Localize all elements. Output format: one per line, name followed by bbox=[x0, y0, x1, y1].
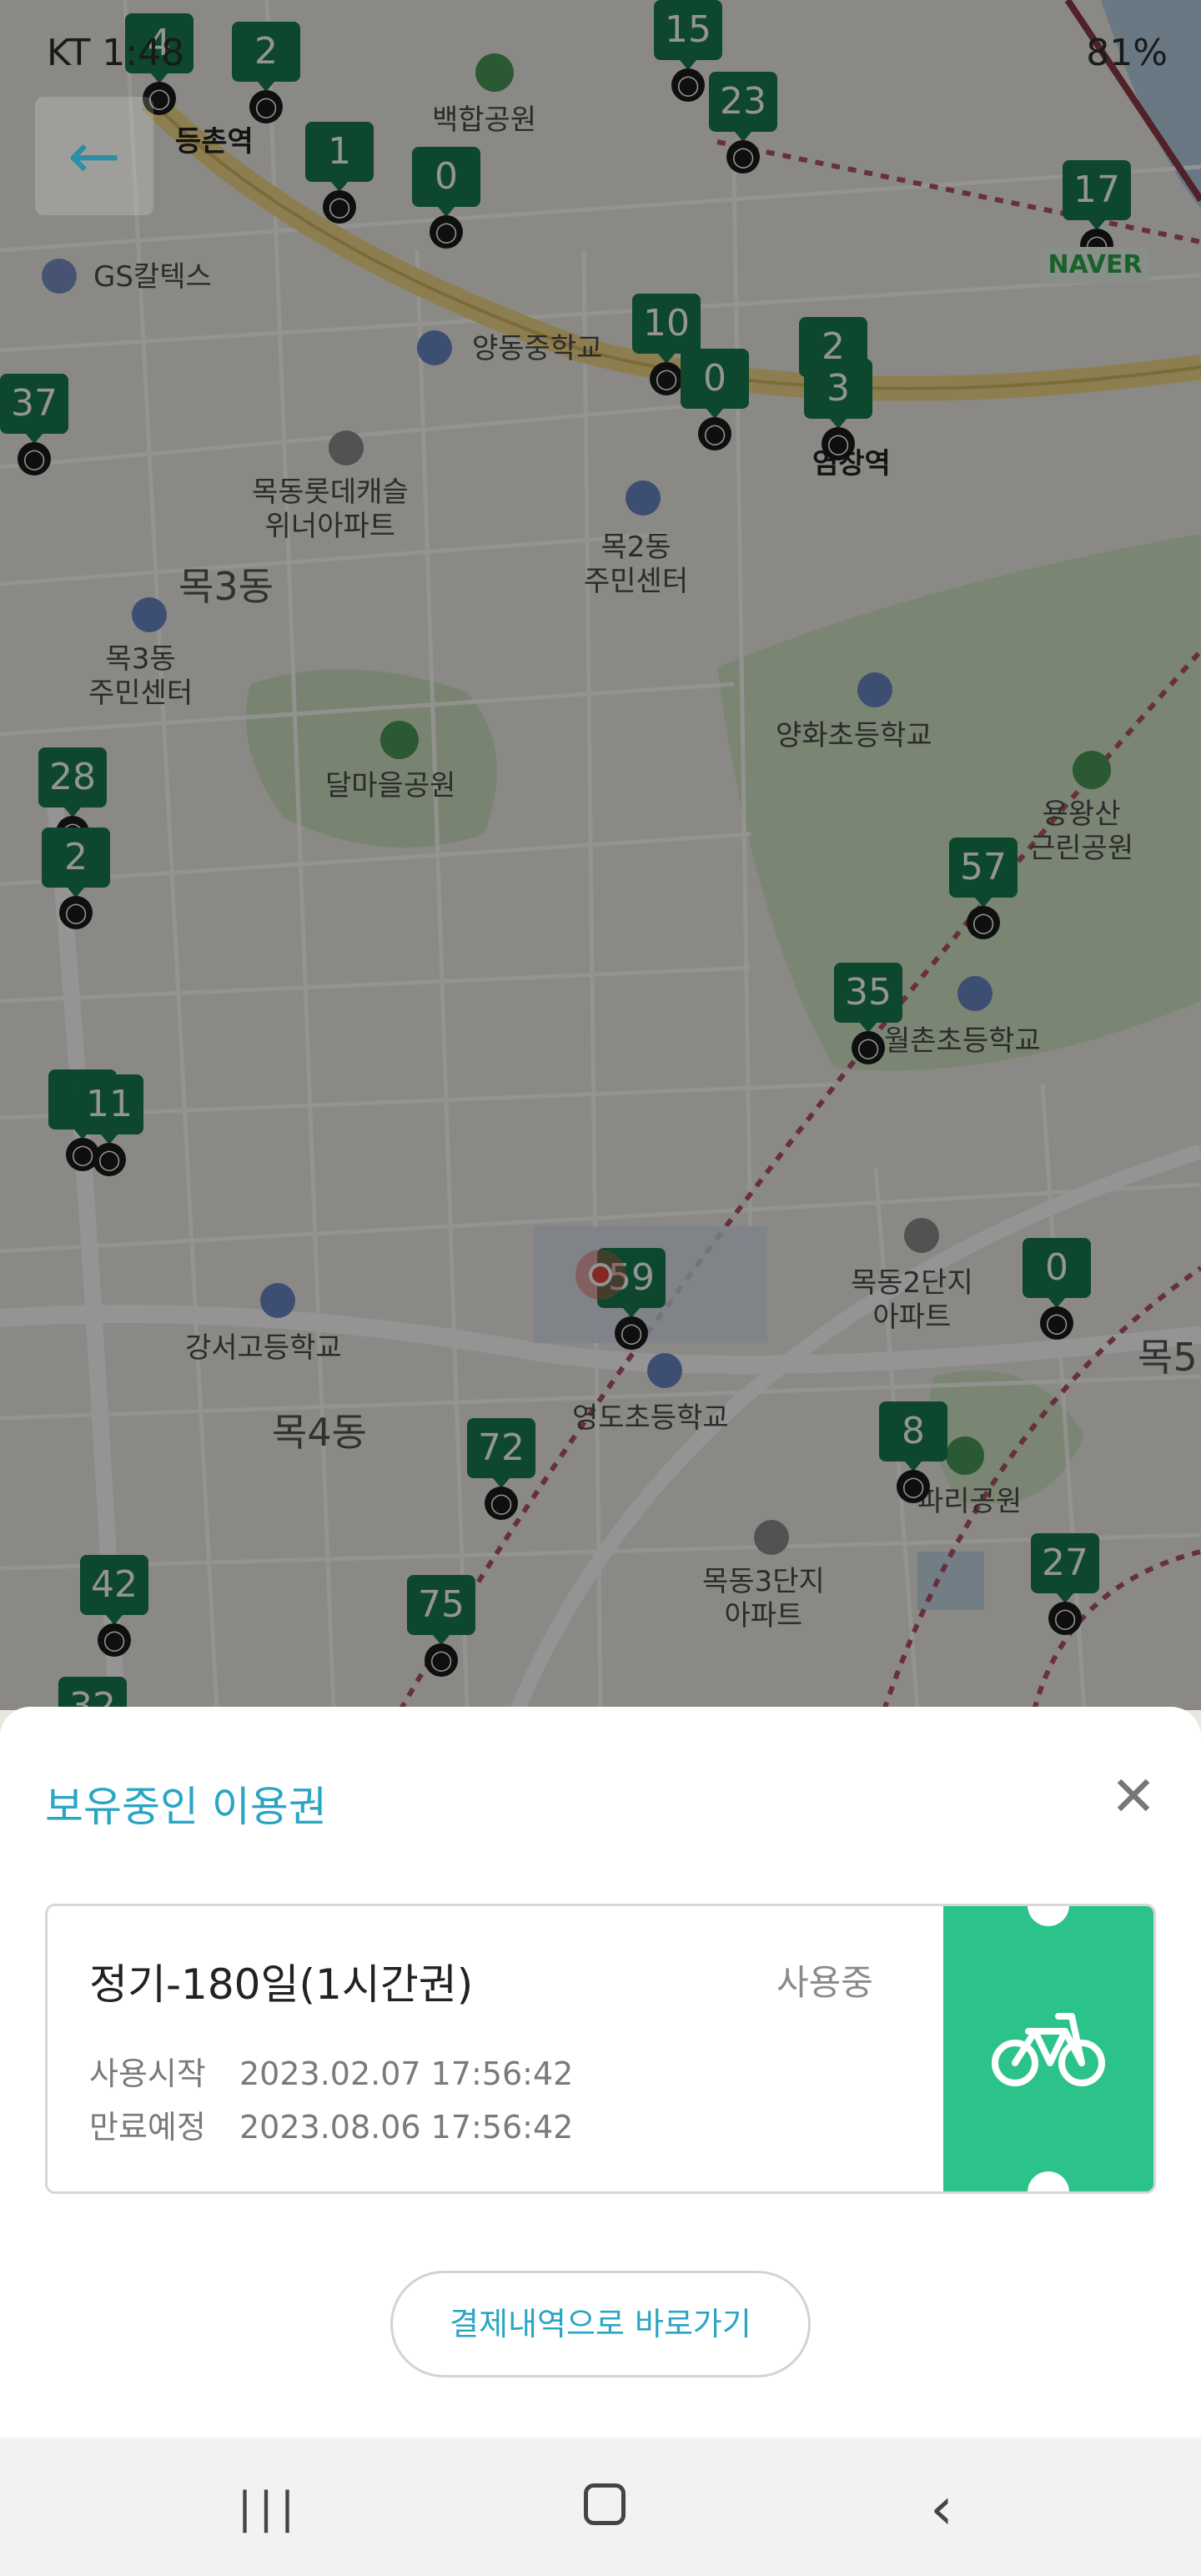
modal-overlay[interactable] bbox=[0, 0, 1201, 1710]
close-button[interactable]: ✕ bbox=[1108, 1769, 1159, 1825]
bicycle-icon bbox=[992, 2013, 1105, 2086]
sheet-title: 보유중인 이용권 bbox=[45, 1783, 327, 1831]
status-bar: KT 1:48 81% bbox=[0, 0, 1201, 108]
back-button[interactable]: ← bbox=[35, 97, 153, 215]
battery-level: 81% bbox=[1086, 32, 1168, 74]
home-icon bbox=[584, 2483, 626, 2525]
payment-history-button[interactable]: 결제내역으로 바로가기 bbox=[390, 2271, 811, 2377]
system-nav-bar: ||| ‹ bbox=[0, 2438, 1201, 2576]
end-label: 만료예정 bbox=[89, 2109, 206, 2146]
arrow-left-icon: ← bbox=[68, 118, 121, 193]
bottom-sheet: 보유중인 이용권 ✕ 정기-180일(1시간권) 사용중 사용시작 2023.02… bbox=[0, 1707, 1201, 2438]
start-value: 2023.02.07 17:56:42 bbox=[239, 2055, 574, 2092]
end-value: 2023.08.06 17:56:42 bbox=[239, 2109, 574, 2146]
ticket-stub bbox=[943, 1906, 1153, 2191]
pass-name: 정기-180일(1시간권) bbox=[89, 1960, 474, 2009]
system-back-button[interactable]: ‹ bbox=[904, 2471, 979, 2546]
pass-card[interactable]: 정기-180일(1시간권) 사용중 사용시작 2023.02.07 17:56:4… bbox=[45, 1904, 1156, 2194]
start-row: 사용시작 2023.02.07 17:56:42 bbox=[89, 2048, 573, 2094]
pass-status: 사용중 bbox=[776, 1962, 873, 2003]
status-left: KT 1:48 bbox=[47, 32, 185, 74]
close-icon: ✕ bbox=[1110, 1764, 1157, 1829]
recents-button[interactable]: ||| bbox=[232, 2471, 307, 2546]
start-label: 사용시작 bbox=[89, 2055, 206, 2092]
home-button[interactable] bbox=[567, 2471, 642, 2546]
end-row: 만료예정 2023.08.06 17:56:42 bbox=[89, 2101, 573, 2147]
map-view[interactable]: 등촌역 백합공원 GS칼텍스 양동중학교 염창역 목동롯데캐슬 위너아파트 목2… bbox=[0, 0, 1201, 1710]
